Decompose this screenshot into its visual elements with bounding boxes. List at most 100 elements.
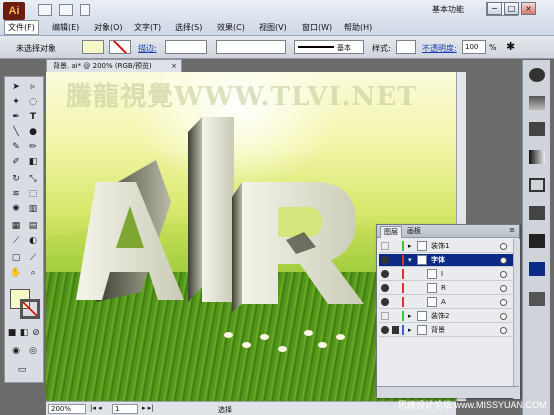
layer-row[interactable]: I bbox=[379, 268, 515, 281]
draw-normal-icon[interactable]: ◉ bbox=[9, 345, 23, 358]
none-mode-icon[interactable]: ⊘ bbox=[31, 327, 41, 340]
layers-panel-icon[interactable] bbox=[529, 262, 545, 276]
layer-row[interactable]: ▸ 装饰1 bbox=[379, 240, 515, 253]
hand-tool-icon[interactable]: ✋ bbox=[9, 267, 23, 280]
menu-file[interactable]: 文件(F) bbox=[4, 20, 39, 35]
selection-tool-icon[interactable]: ➤ bbox=[9, 81, 23, 94]
brushes-panel-icon[interactable] bbox=[529, 122, 545, 136]
layer-row[interactable]: ▸ 装饰2 bbox=[379, 310, 515, 323]
color-mode-icon[interactable]: ■ bbox=[7, 327, 17, 340]
visibility-eye-icon[interactable] bbox=[381, 298, 389, 306]
opacity-input[interactable]: 100 bbox=[462, 40, 486, 54]
gradient-tool-icon[interactable]: ▤ bbox=[26, 220, 40, 233]
visibility-eye-icon[interactable] bbox=[381, 256, 389, 264]
tab-artboards[interactable]: 画板 bbox=[404, 226, 424, 238]
expand-triangle-icon[interactable]: ▸ bbox=[408, 313, 412, 320]
visibility-eye-icon[interactable] bbox=[381, 326, 389, 334]
layer-row[interactable]: ▸ 背景 bbox=[379, 324, 515, 337]
artboards-panel-icon[interactable] bbox=[529, 292, 545, 306]
free-transform-tool-icon[interactable]: ⬚ bbox=[26, 188, 40, 201]
lasso-tool-icon[interactable]: ◌ bbox=[26, 96, 40, 109]
target-circle-icon[interactable] bbox=[500, 299, 507, 306]
stroke-swatch[interactable] bbox=[20, 299, 40, 319]
swatches-panel-icon[interactable] bbox=[529, 96, 545, 110]
expand-triangle-icon[interactable]: ▸ bbox=[408, 327, 412, 334]
document-tab[interactable]: 背景. ai* @ 200% (RGB/预览) × bbox=[46, 59, 182, 72]
menu-select[interactable]: 选择(S) bbox=[172, 21, 205, 34]
tab-layers[interactable]: 图层 bbox=[380, 226, 402, 238]
menu-effect[interactable]: 效果(C) bbox=[214, 21, 248, 34]
type-tool-icon[interactable]: T bbox=[26, 111, 40, 124]
fill-color-swatch[interactable] bbox=[82, 40, 104, 54]
bridge-icon[interactable] bbox=[38, 4, 52, 16]
layer-row[interactable]: R bbox=[379, 282, 515, 295]
target-circle-icon[interactable] bbox=[500, 243, 507, 250]
gradient-mode-icon[interactable]: ◧ bbox=[19, 327, 29, 340]
stroke-weight-input[interactable] bbox=[165, 40, 207, 54]
eraser-tool-icon[interactable]: ◧ bbox=[26, 156, 40, 169]
menu-object[interactable]: 对象(O) bbox=[91, 21, 126, 34]
target-circle-icon[interactable] bbox=[500, 257, 507, 264]
visibility-eye-icon[interactable] bbox=[381, 270, 389, 278]
artboard-number-input[interactable]: 1 bbox=[112, 404, 138, 414]
layer-row[interactable]: ▾ 字体 bbox=[379, 254, 515, 267]
color-panel-icon[interactable] bbox=[529, 68, 545, 82]
chevron-down-icon[interactable] bbox=[80, 4, 90, 16]
close-button[interactable]: × bbox=[521, 2, 536, 15]
workspace-switcher[interactable]: 基本功能 bbox=[432, 4, 464, 15]
ellipse-tool-icon[interactable]: ● bbox=[26, 126, 40, 139]
slice-tool-icon[interactable]: ⟋ bbox=[26, 252, 40, 265]
rotate-tool-icon[interactable]: ↻ bbox=[9, 173, 23, 186]
symbol-sprayer-tool-icon[interactable]: ✺ bbox=[9, 203, 23, 216]
stroke-color-swatch[interactable] bbox=[109, 40, 131, 54]
column-graph-tool-icon[interactable]: ▥ bbox=[26, 203, 40, 216]
line-tool-icon[interactable]: ╲ bbox=[9, 126, 23, 139]
menu-view[interactable]: 视图(V) bbox=[256, 21, 290, 34]
menu-help[interactable]: 帮助(H) bbox=[341, 21, 375, 34]
menu-type[interactable]: 文字(T) bbox=[131, 21, 164, 34]
close-icon[interactable]: × bbox=[171, 60, 177, 72]
blob-brush-tool-icon[interactable]: ✐ bbox=[9, 156, 23, 169]
magic-wand-tool-icon[interactable]: ✦ bbox=[9, 96, 23, 109]
lock-toggle[interactable] bbox=[392, 298, 399, 306]
target-circle-icon[interactable] bbox=[500, 327, 507, 334]
menu-window[interactable]: 窗口(W) bbox=[299, 21, 335, 34]
mesh-tool-icon[interactable]: ▦ bbox=[9, 220, 23, 233]
lock-toggle[interactable] bbox=[392, 270, 399, 278]
style-select[interactable] bbox=[396, 40, 416, 54]
maximize-button[interactable]: □ bbox=[504, 2, 519, 15]
lock-toggle[interactable] bbox=[392, 284, 399, 292]
stroke-panel-icon[interactable] bbox=[529, 178, 545, 192]
scale-tool-icon[interactable]: ⤡ bbox=[26, 173, 40, 186]
zoom-select[interactable]: 200% bbox=[48, 404, 86, 414]
blend-tool-icon[interactable]: ◐ bbox=[26, 235, 40, 248]
transparency-panel-icon[interactable] bbox=[529, 206, 545, 220]
pencil-tool-icon[interactable]: ✏ bbox=[26, 141, 40, 154]
next-artboard-icon[interactable]: ▸ ▸| bbox=[142, 404, 154, 412]
eyedropper-tool-icon[interactable]: ⟋ bbox=[9, 235, 23, 248]
lock-toggle[interactable] bbox=[392, 312, 399, 320]
brush-tool-icon[interactable]: ✎ bbox=[9, 141, 23, 154]
document-setup-icon[interactable]: ✱ bbox=[506, 40, 515, 53]
brush-select[interactable]: 基本 bbox=[294, 40, 364, 54]
visibility-eye-icon[interactable] bbox=[381, 284, 389, 292]
arrange-documents-icon[interactable] bbox=[59, 4, 73, 16]
target-circle-icon[interactable] bbox=[500, 285, 507, 292]
warp-tool-icon[interactable]: ≋ bbox=[9, 188, 23, 201]
visibility-eye-icon[interactable] bbox=[381, 312, 389, 320]
layer-row[interactable]: A bbox=[379, 296, 515, 309]
target-circle-icon[interactable] bbox=[500, 271, 507, 278]
target-circle-icon[interactable] bbox=[500, 313, 507, 320]
menu-edit[interactable]: 编辑(E) bbox=[49, 21, 82, 34]
lock-icon[interactable] bbox=[392, 326, 399, 334]
zoom-tool-icon[interactable]: ⌕ bbox=[26, 267, 40, 280]
expand-triangle-icon[interactable]: ▾ bbox=[408, 257, 412, 264]
draw-behind-icon[interactable]: ◎ bbox=[26, 345, 40, 358]
lock-toggle[interactable] bbox=[392, 256, 399, 264]
lock-toggle[interactable] bbox=[392, 242, 399, 250]
stroke-label[interactable]: 描边: bbox=[138, 43, 157, 54]
artboard-tool-icon[interactable]: ▢ bbox=[9, 252, 23, 265]
layers-scrollbar[interactable] bbox=[513, 239, 520, 399]
first-artboard-icon[interactable]: |◂ ◂ bbox=[90, 404, 102, 412]
visibility-eye-icon[interactable] bbox=[381, 242, 389, 250]
